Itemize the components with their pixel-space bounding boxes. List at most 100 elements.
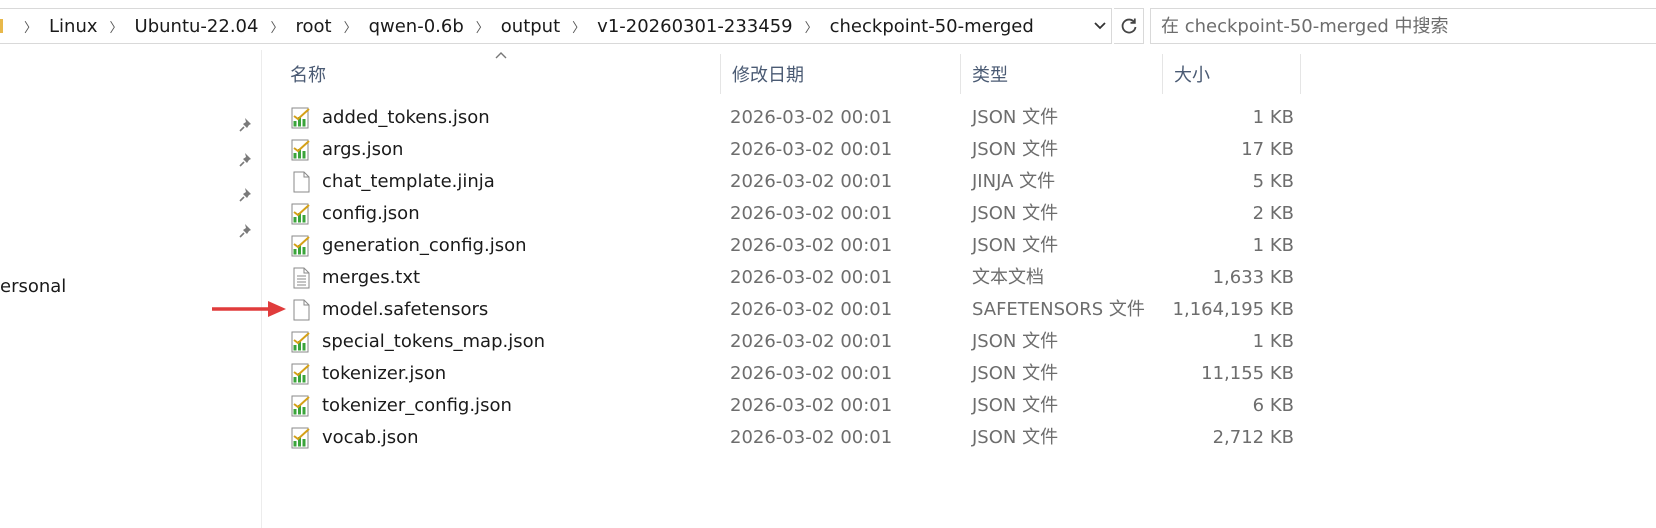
file-type: JSON 文件 [972,139,1059,160]
column-header-type[interactable]: 类型 [960,54,1162,94]
column-divider[interactable] [1300,54,1301,94]
file-row[interactable]: generation_config.json 2026-03-02 00:01 JS… [284,230,1304,262]
folder-icon [0,19,3,33]
file-row[interactable]: tokenizer.json 2026-03-02 00:01 JSON 文件 11,… [284,358,1304,390]
chevron-right-icon[interactable]: 〉 [18,17,43,36]
address-toolbar: 〉 Linux 〉 Ubuntu-22.04 〉 root 〉 qwen-0.6… [0,0,1656,50]
file-modified-date: 2026-03-02 00:01 [730,363,893,384]
file-row[interactable]: args.json 2026-03-02 00:01 JSON 文件 17 KB [284,134,1304,166]
refresh-icon [1121,18,1136,34]
file-name: tokenizer_config.json [322,395,512,416]
file-modified-date: 2026-03-02 00:01 [730,203,893,224]
red-arrow-icon [212,301,286,317]
file-type: JSON 文件 [972,203,1059,224]
json-file-icon [290,107,312,129]
address-dropdown-button[interactable] [1088,8,1112,44]
pin-icon[interactable] [238,222,256,240]
file-row[interactable]: chat_template.jinja 2026-03-02 00:01 JINJA… [284,166,1304,198]
chevron-down-icon [1094,22,1106,30]
file-name: generation_config.json [322,235,527,256]
file-row[interactable]: vocab.json 2026-03-02 00:01 JSON 文件 2,712 K… [284,422,1304,454]
file-modified-date: 2026-03-02 00:01 [730,395,893,416]
file-name: vocab.json [322,427,419,448]
file-row[interactable]: model.safetensors 2026-03-02 00:01 SAFETEN… [284,294,1304,326]
file-name: args.json [322,139,404,160]
chevron-right-icon[interactable]: 〉 [264,17,289,36]
file-name: added_tokens.json [322,107,490,128]
json-file-icon [290,235,312,257]
file-modified-date: 2026-03-02 00:01 [730,427,893,448]
file-name: model.safetensors [322,299,489,320]
blank-file-icon [290,171,312,193]
file-row[interactable]: tokenizer_config.json 2026-03-02 00:01 JSO… [284,390,1304,422]
breadcrumb-item-root[interactable]: root [289,16,337,37]
file-type: JSON 文件 [972,331,1059,352]
file-type: JSON 文件 [972,107,1059,128]
file-type: JSON 文件 [972,363,1059,384]
file-name: tokenizer.json [322,363,447,384]
breadcrumb-item-run[interactable]: v1-20260301-233459 [591,16,798,37]
search-input[interactable] [1161,15,1641,37]
file-modified-date: 2026-03-02 00:01 [730,299,893,320]
column-header-name[interactable]: 名称 [278,54,720,94]
blank-file-icon [290,299,312,321]
file-name: chat_template.jinja [322,171,495,192]
file-modified-date: 2026-03-02 00:01 [730,235,893,256]
json-file-icon [290,331,312,353]
file-size: 1 KB [1252,107,1294,128]
json-file-icon [290,363,312,385]
search-box[interactable] [1150,8,1656,44]
json-file-icon [290,139,312,161]
breadcrumb-item-qwen[interactable]: qwen-0.6b [363,16,470,37]
json-file-icon [290,395,312,417]
file-size: 2,712 KB [1212,427,1294,448]
breadcrumb: 〉 Linux 〉 Ubuntu-22.04 〉 root 〉 qwen-0.6… [18,9,1040,43]
file-row[interactable]: merges.txt 2026-03-02 00:01 文本文档 1,633 KB [284,262,1304,294]
breadcrumb-item-output[interactable]: output [495,16,566,37]
refresh-button[interactable] [1114,8,1144,44]
file-type: JSON 文件 [972,395,1059,416]
pin-icon[interactable] [238,151,256,169]
file-name: special_tokens_map.json [322,331,546,352]
breadcrumb-item-linux[interactable]: Linux [43,16,104,37]
pin-icon[interactable] [238,116,256,134]
file-size: 1 KB [1252,235,1294,256]
chevron-right-icon[interactable]: 〉 [799,17,824,36]
column-header-date[interactable]: 修改日期 [720,54,960,94]
column-header-size[interactable]: 大小 [1162,54,1300,94]
file-modified-date: 2026-03-02 00:01 [730,267,893,288]
file-modified-date: 2026-03-02 00:01 [730,139,893,160]
file-type: JINJA 文件 [972,171,1056,192]
chevron-right-icon[interactable]: 〉 [566,17,591,36]
file-size: 1 KB [1252,331,1294,352]
file-row[interactable]: added_tokens.json 2026-03-02 00:01 JSON 文件… [284,102,1304,134]
chevron-right-icon[interactable]: 〉 [470,17,495,36]
file-type: JSON 文件 [972,427,1059,448]
file-row[interactable]: special_tokens_map.json 2026-03-02 00:01 J… [284,326,1304,358]
file-type: SAFETENSORS 文件 [972,299,1145,320]
pin-icon[interactable] [238,186,256,204]
file-size: 2 KB [1252,203,1294,224]
file-size: 5 KB [1252,171,1294,192]
chevron-right-icon[interactable]: 〉 [338,17,363,36]
chevron-right-icon[interactable]: 〉 [104,17,129,36]
pane-divider[interactable] [261,50,262,528]
json-file-icon [290,203,312,225]
file-size: 17 KB [1241,139,1294,160]
file-type: 文本文档 [972,267,1044,288]
json-file-icon [290,427,312,449]
file-name: merges.txt [322,267,421,288]
nav-item-label[interactable]: ersonal [0,276,66,297]
file-size: 11,155 KB [1201,363,1294,384]
file-size: 6 KB [1252,395,1294,416]
file-modified-date: 2026-03-02 00:01 [730,171,893,192]
file-modified-date: 2026-03-02 00:01 [730,107,893,128]
file-type: JSON 文件 [972,235,1059,256]
address-bar[interactable]: 〉 Linux 〉 Ubuntu-22.04 〉 root 〉 qwen-0.6… [0,8,1112,44]
file-row[interactable]: config.json 2026-03-02 00:01 JSON 文件 2 KB [284,198,1304,230]
file-modified-date: 2026-03-02 00:01 [730,331,893,352]
breadcrumb-item-ubuntu[interactable]: Ubuntu-22.04 [129,16,265,37]
breadcrumb-item-checkpoint[interactable]: checkpoint-50-merged [824,16,1040,37]
file-size: 1,164,195 KB [1172,299,1294,320]
file-size: 1,633 KB [1212,267,1294,288]
